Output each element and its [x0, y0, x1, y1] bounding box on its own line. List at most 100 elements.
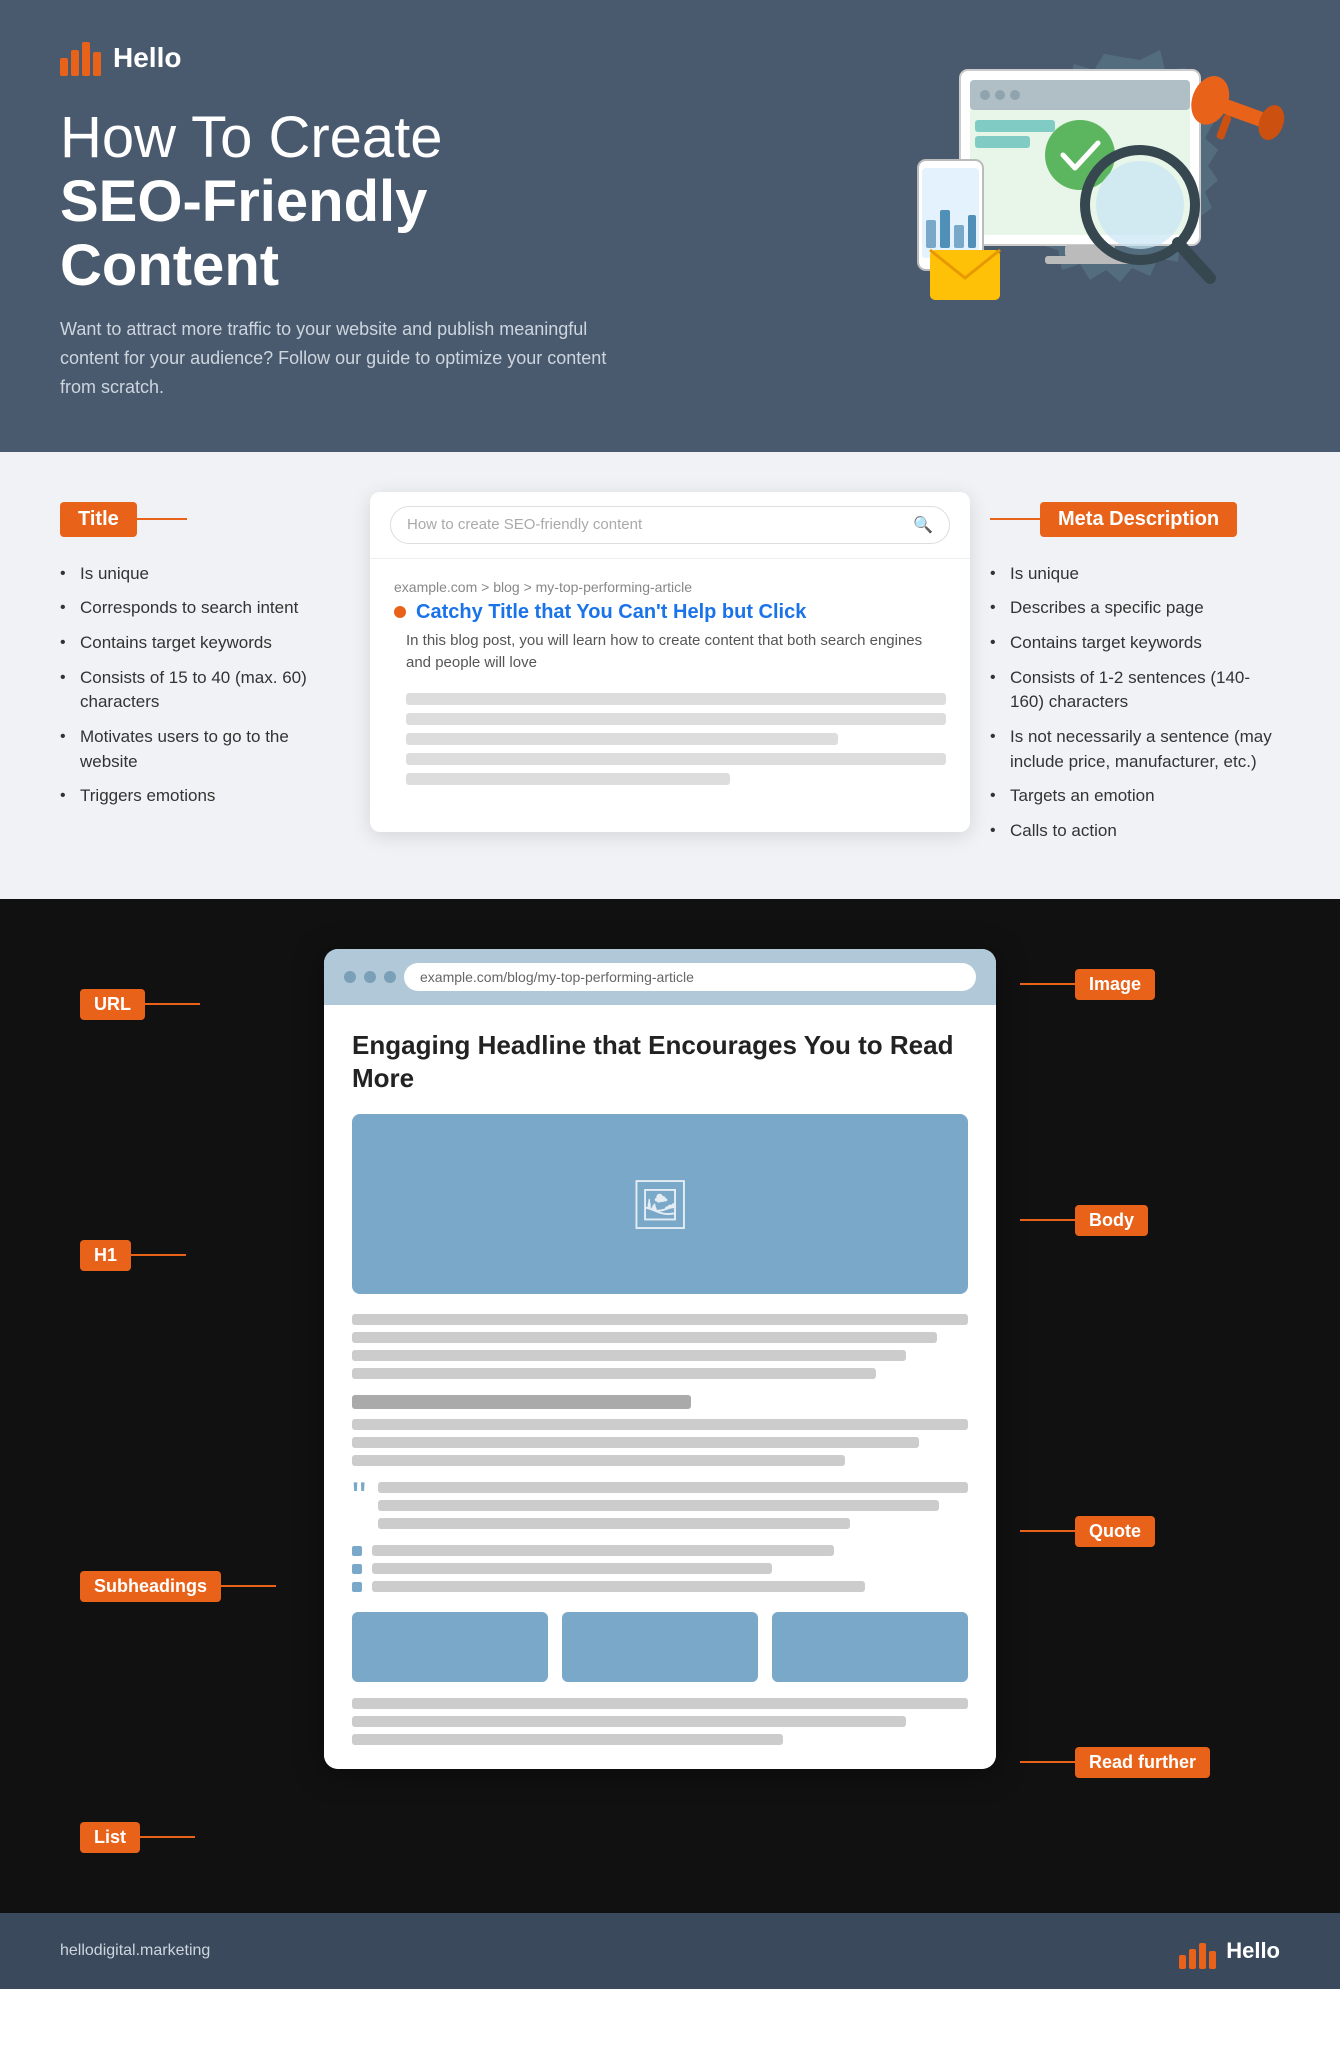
catchy-title: Catchy Title that You Can't Help but Cli… — [416, 601, 806, 624]
spacer-2 — [80, 1271, 300, 1571]
quote-label-group: Quote — [1020, 1516, 1260, 1547]
meta-badge: Meta Description — [1040, 502, 1237, 537]
browser-mockup: How to create SEO-friendly content 🔍 exa… — [370, 492, 970, 832]
meta-bullet-4: Consists of 1-2 sentences (140-160) char… — [990, 661, 1280, 720]
footer-url: hellodigital.marketing — [60, 1942, 210, 1960]
url-label: URL — [80, 989, 145, 1020]
dot-1 — [344, 971, 356, 983]
right-labels-col: Image Body Quote — [1020, 949, 1260, 1778]
mid-layout: Title Is unique Corresponds to search in… — [0, 452, 1340, 899]
list-line-2 — [372, 1563, 772, 1574]
list-line-3 — [372, 1581, 865, 1592]
meta-desc-col: Meta Description Is unique Describes a s… — [990, 492, 1280, 849]
main-title-bold: SEO-Friendly Content — [60, 170, 660, 298]
footer-bar-1 — [1179, 1955, 1186, 1969]
meta-bullet-list: Is unique Describes a specific page Cont… — [990, 557, 1280, 849]
list-item-1 — [352, 1545, 968, 1556]
browser-content: example.com > blog > my-top-performing-a… — [370, 559, 970, 805]
rf-line-2 — [352, 1716, 906, 1727]
subheadings-label-group: Subheadings — [80, 1571, 300, 1602]
dot-2 — [364, 971, 376, 983]
read-further-lines — [352, 1698, 968, 1745]
spacer-3 — [80, 1602, 300, 1822]
quote-line-3 — [378, 1518, 850, 1529]
logo-bar-2 — [71, 50, 79, 76]
h1-label: H1 — [80, 1240, 131, 1271]
subheadings-line-h — [221, 1585, 276, 1587]
blog-image-placeholder: 🖼 — [352, 1114, 968, 1294]
title-bullet-4: Consists of 15 to 40 (max. 60) character… — [60, 661, 350, 720]
gray-line-5 — [406, 773, 730, 785]
quote-label: Quote — [1075, 1516, 1155, 1547]
meta-bullet-6: Targets an emotion — [990, 779, 1280, 814]
list-label-group: List — [80, 1822, 300, 1853]
image-label: Image — [1075, 969, 1155, 1000]
logo-text: Hello — [113, 42, 181, 74]
body-content-lines — [352, 1314, 968, 1379]
card-2 — [562, 1612, 758, 1682]
right-spacer-3 — [1020, 1547, 1260, 1747]
list-block — [352, 1545, 968, 1592]
sub-line-1 — [352, 1419, 968, 1430]
sub-line-2 — [352, 1437, 919, 1448]
read-further-label-group: Read further — [1020, 1747, 1260, 1778]
quote-line-1 — [378, 1482, 968, 1493]
meta-bullet-2: Describes a specific page — [990, 591, 1280, 626]
list-item-3 — [352, 1581, 968, 1592]
title-badge: Title — [60, 502, 137, 537]
logo-icon — [60, 40, 101, 76]
list-line-h — [140, 1836, 195, 1838]
body-line-4 — [352, 1368, 876, 1379]
meta-bullet-3: Contains target keywords — [990, 626, 1280, 661]
meta-bullet-5: Is not necessarily a sentence (may inclu… — [990, 720, 1280, 779]
gray-line-2 — [406, 713, 946, 725]
footer-bar-2 — [1189, 1949, 1196, 1969]
subheading-line — [352, 1395, 691, 1409]
blog-url-bar: example.com/blog/my-top-performing-artic… — [404, 963, 976, 991]
title-bullet-1: Is unique — [60, 557, 350, 592]
blog-headline: Engaging Headline that Encourages You to… — [352, 1029, 968, 1097]
main-title-light: How To Create — [60, 106, 660, 170]
title-labels-col: Title Is unique Corresponds to search in… — [60, 492, 350, 814]
meta-bullet-1: Is unique — [990, 557, 1280, 592]
blog-top-bar: example.com/blog/my-top-performing-artic… — [324, 949, 996, 1005]
browser-mockup-col: How to create SEO-friendly content 🔍 exa… — [350, 492, 990, 832]
gray-line-1 — [406, 693, 946, 705]
body-line-3 — [352, 1350, 906, 1361]
url-label-group: URL — [80, 989, 300, 1020]
gray-line-4 — [406, 753, 946, 765]
middle-section: Title Is unique Corresponds to search in… — [0, 452, 1340, 899]
search-placeholder-text: How to create SEO-friendly content — [407, 516, 642, 533]
blog-body-content: Engaging Headline that Encourages You to… — [324, 1005, 996, 1770]
footer-logo-icon — [1179, 1933, 1216, 1969]
meta-bullet-7: Calls to action — [990, 814, 1280, 849]
quote-lines — [378, 1482, 968, 1529]
title-bullet-2: Corresponds to search intent — [60, 591, 350, 626]
logo-bar-4 — [93, 52, 101, 76]
search-icon: 🔍 — [913, 515, 933, 535]
search-input-mock: How to create SEO-friendly content 🔍 — [390, 506, 950, 544]
body-line-h — [1020, 1219, 1075, 1221]
title-connector-line — [137, 518, 187, 520]
gray-line-3 — [406, 733, 838, 745]
list-bullet-3 — [352, 1582, 362, 1592]
body-line-1 — [352, 1314, 968, 1325]
image-placeholder-icon: 🖼 — [630, 1176, 691, 1233]
rf-line-1 — [352, 1698, 968, 1709]
main-title-area: How To Create SEO-Friendly Content Want … — [60, 106, 660, 402]
right-spacer-1 — [1020, 1000, 1260, 1205]
list-bullet-1 — [352, 1546, 362, 1556]
quote-block: " — [352, 1482, 968, 1529]
image-label-group: Image — [1020, 969, 1260, 1000]
dot-3 — [384, 971, 396, 983]
footer-logo-text: Hello — [1226, 1938, 1280, 1964]
subheadings-label: Subheadings — [80, 1571, 221, 1602]
read-further-label: Read further — [1075, 1747, 1210, 1778]
gray-lines — [406, 693, 946, 785]
browser-search-bar: How to create SEO-friendly content 🔍 — [370, 492, 970, 559]
breadcrumb: example.com > blog > my-top-performing-a… — [394, 579, 946, 595]
body-label-group: Body — [1020, 1205, 1260, 1236]
list-line-1 — [372, 1545, 834, 1556]
rf-line-h — [1020, 1761, 1075, 1763]
title-bullet-list: Is unique Corresponds to search intent C… — [60, 557, 350, 814]
